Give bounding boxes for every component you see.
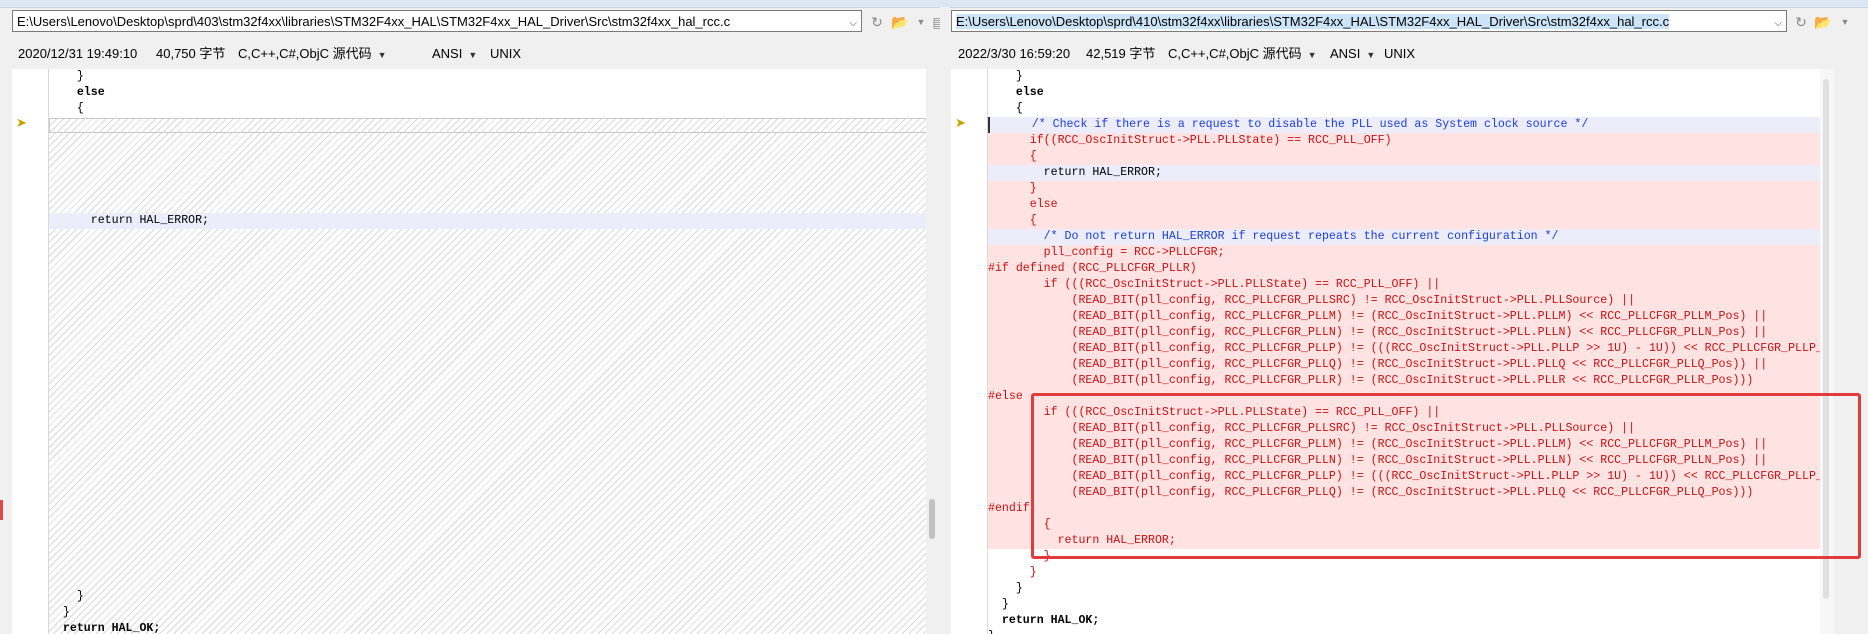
folder-menu-caret-icon[interactable]: ▼ — [1836, 13, 1854, 31]
code-line: } — [988, 598, 1009, 611]
right-date: 2022/3/30 16:59:20 — [958, 46, 1071, 61]
left-code-view[interactable]: } else { return HAL_ERROR; } } return HA… — [49, 69, 936, 634]
code-line: } — [988, 182, 1037, 195]
caret-down-icon: ▼ — [1307, 50, 1317, 60]
code-line: pll_config = RCC->PLLCFGR; — [988, 246, 1225, 259]
code-line: (READ_BIT(pll_config, RCC_PLLCFGR_PLLN) … — [988, 326, 1768, 339]
code-line: (READ_BIT(pll_config, RCC_PLLCFGR_PLLP) … — [988, 342, 1826, 355]
left-size: 40,750 字节 — [156, 46, 226, 61]
right-encoding: ANSI — [1330, 46, 1361, 61]
code-line: /* Do not return HAL_ERROR if request re… — [988, 229, 1826, 245]
right-language: C,C++,C#,ObjC 源代码 — [1168, 46, 1302, 61]
reload-icon[interactable]: ↻ — [1792, 13, 1810, 31]
left-encoding: ANSI — [432, 46, 463, 61]
left-encoding-select[interactable]: ANSI ▼ — [432, 43, 477, 66]
left-gutter: ➤ — [12, 69, 49, 634]
code-line: else — [988, 198, 1058, 211]
caret-down-icon: ▼ — [377, 50, 387, 60]
code-line: if (((RCC_OscInitStruct->PLL.PLLState) =… — [988, 278, 1441, 291]
right-path-row: E:\Users\Lenovo\Desktop\sprd\410\stm32f4… — [950, 10, 1868, 34]
left-scrollbar-thumb[interactable] — [929, 499, 935, 539]
right-gutter: ➤ — [951, 69, 988, 634]
arrow-left-marker-icon: ➤ — [955, 115, 966, 130]
code-line: { — [988, 214, 1037, 227]
code-line: (READ_BIT(pll_config, RCC_PLLCFGR_PLLQ) … — [988, 358, 1768, 371]
code-line: } — [49, 70, 84, 83]
annotation-highlight-box — [1031, 393, 1861, 559]
code-line: (READ_BIT(pll_config, RCC_PLLCFGR_PLLM) … — [988, 310, 1768, 323]
left-language-select[interactable]: C,C++,C#,ObjC 源代码 ▼ — [238, 43, 387, 66]
code-line: else — [988, 86, 1044, 99]
arrow-right-marker-icon: ➤ — [16, 115, 27, 130]
code-line: return HAL_ERROR; — [49, 213, 936, 229]
left-info-row: 2020/12/31 19:49:10 40,750 字节 C,C++,C#,O… — [0, 43, 940, 65]
right-info-row: 2022/3/30 16:59:20 42,519 字节 C,C++,C#,Ob… — [950, 43, 1868, 65]
code-line: /* Check if there is a request to disabl… — [988, 117, 1826, 133]
left-scrollbar[interactable] — [926, 69, 940, 634]
code-line: (READ_BIT(pll_config, RCC_PLLCFGR_PLLSRC… — [988, 294, 1636, 307]
code-line: if((RCC_OscInitStruct->PLL.PLLState) == … — [988, 134, 1392, 147]
code-line: } — [988, 566, 1037, 579]
caret-down-icon: ▼ — [468, 50, 478, 60]
chevron-down-icon[interactable]: ⌵ — [849, 13, 857, 31]
left-pane: E:\Users\Lenovo\Desktop\sprd\403\stm32f4… — [0, 7, 946, 634]
right-path-text: E:\Users\Lenovo\Desktop\sprd\410\stm32f4… — [956, 14, 1670, 29]
folder-open-icon[interactable]: 📂 — [1814, 13, 1832, 31]
diff-placeholder-current — [49, 118, 936, 133]
left-date: 2020/12/31 19:49:10 — [18, 46, 138, 61]
code-line: } — [49, 606, 70, 619]
pane-splitter[interactable] — [940, 7, 950, 634]
right-path-field[interactable]: E:\Users\Lenovo\Desktop\sprd\410\stm32f4… — [951, 10, 1787, 32]
left-path-row: E:\Users\Lenovo\Desktop\sprd\403\stm32f4… — [0, 10, 946, 34]
diff-placeholder — [49, 133, 936, 213]
right-eol: UNIX — [1384, 46, 1416, 61]
diff-placeholder — [49, 229, 936, 634]
code-line: #if defined (RCC_PLLCFGR_PLLR) — [988, 262, 1197, 275]
code-line: } — [49, 590, 84, 603]
right-encoding-select[interactable]: ANSI ▼ — [1330, 43, 1375, 66]
code-line: return HAL_OK; — [49, 622, 161, 634]
left-path-text: E:\Users\Lenovo\Desktop\sprd\403\stm32f4… — [17, 14, 731, 29]
code-line: else — [49, 86, 105, 99]
code-line: { — [988, 102, 1023, 115]
code-line: { — [988, 150, 1037, 163]
code-line: return HAL_ERROR; — [988, 165, 1826, 181]
code-line: (READ_BIT(pll_config, RCC_PLLCFGR_PLLR) … — [988, 374, 1754, 387]
right-size: 42,519 字节 — [1086, 46, 1156, 61]
folder-menu-caret-icon[interactable]: ▼ — [912, 13, 930, 31]
code-line: return HAL_OK; — [988, 614, 1100, 627]
code-line: } — [988, 629, 1826, 634]
code-line: { — [49, 102, 84, 115]
right-language-select[interactable]: C,C++,C#,ObjC 源代码 ▼ — [1168, 43, 1317, 66]
chevron-down-icon[interactable]: ⌵ — [1774, 13, 1782, 31]
left-eol: UNIX — [490, 46, 522, 61]
caret-down-icon: ▼ — [1366, 50, 1376, 60]
left-path-field[interactable]: E:\Users\Lenovo\Desktop\sprd\403\stm32f4… — [12, 10, 862, 32]
edge-marker — [0, 500, 3, 520]
reload-icon[interactable]: ↻ — [868, 13, 886, 31]
folder-open-icon[interactable]: 📂 — [891, 13, 909, 31]
code-line: } — [988, 70, 1023, 83]
left-language: C,C++,C#,ObjC 源代码 — [238, 46, 372, 61]
code-line: } — [988, 582, 1023, 595]
